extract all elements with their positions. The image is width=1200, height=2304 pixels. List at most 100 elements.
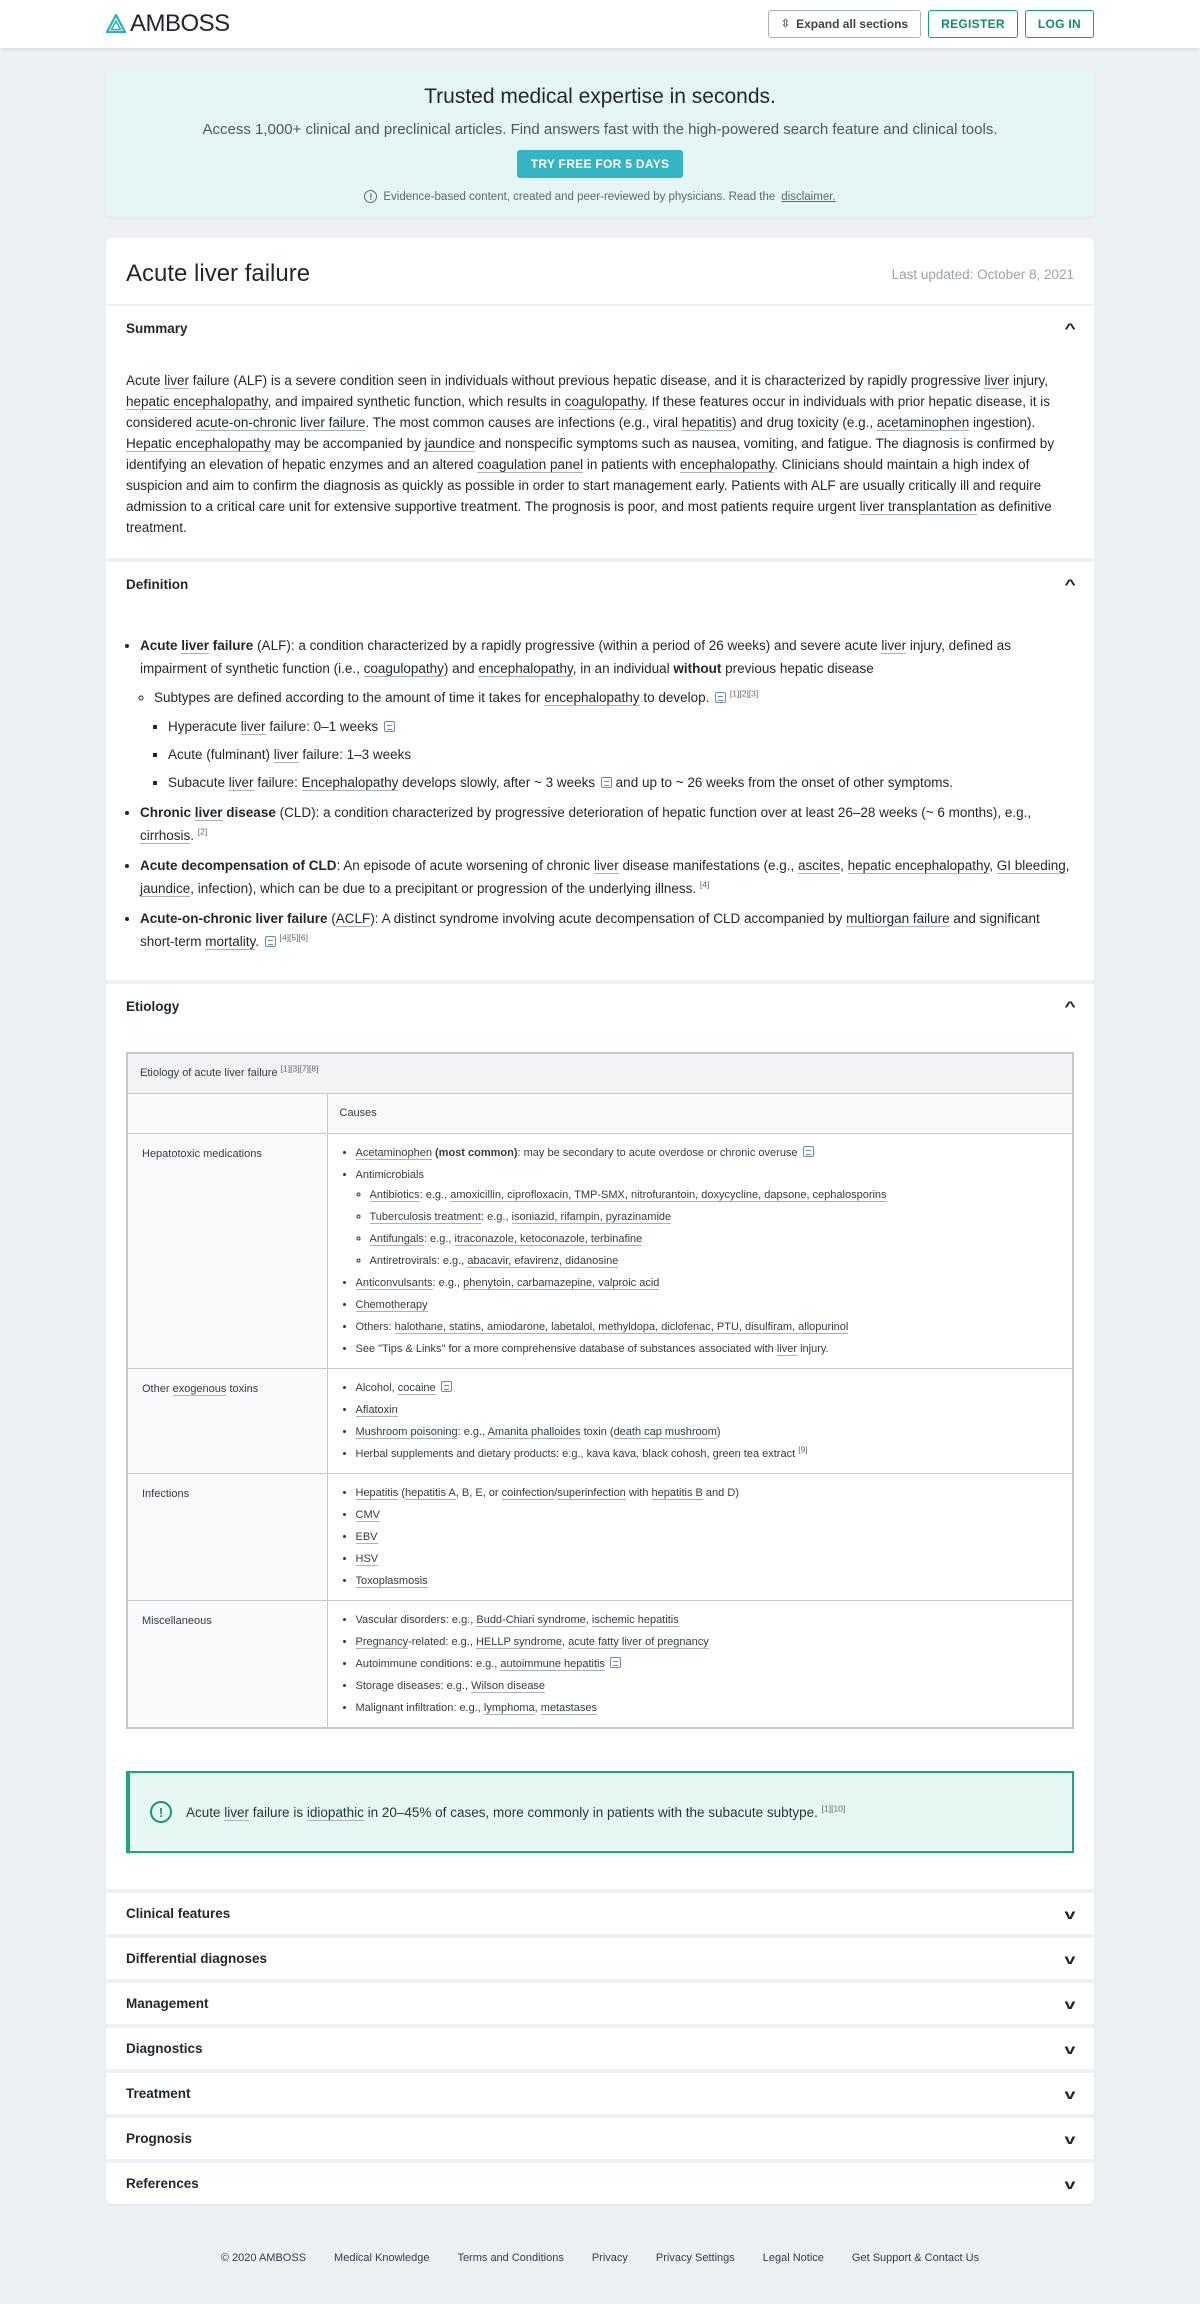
- footer-link[interactable]: Terms and Conditions: [457, 2252, 563, 2264]
- term-link[interactable]: Encephalopathy: [301, 775, 399, 791]
- term-link[interactable]: encephalopathy: [544, 690, 640, 706]
- term-link[interactable]: cirrhosis: [140, 828, 191, 844]
- term-link[interactable]: liver transplantation: [859, 499, 977, 515]
- term-link[interactable]: mortality: [205, 934, 256, 950]
- term-link[interactable]: hepatic encephalopathy: [126, 394, 268, 410]
- footer-link[interactable]: Medical Knowledge: [334, 2252, 429, 2264]
- term-link[interactable]: hepatic encephalopathy: [847, 858, 990, 874]
- term-link[interactable]: Tuberculosis treatment: [369, 1211, 481, 1224]
- term-link[interactable]: liver: [194, 805, 223, 821]
- term-link[interactable]: Hepatitis: [355, 1487, 399, 1500]
- term-link[interactable]: phenytoin, carbamazepine, valproic acid: [463, 1277, 660, 1290]
- footer-link[interactable]: Get Support & Contact Us: [852, 2252, 979, 2264]
- term-link[interactable]: Wilson disease: [471, 1680, 546, 1693]
- term-link[interactable]: halothane, statins, amiodarone, labetalo…: [394, 1321, 849, 1334]
- term-link[interactable]: jaundice: [140, 881, 191, 897]
- term-link[interactable]: death cap mushroom: [613, 1426, 717, 1439]
- term-link[interactable]: Budd-Chiari syndrome: [476, 1614, 586, 1627]
- section-header[interactable]: Differential diagnoses v: [106, 1938, 1094, 1979]
- note-icon[interactable]: [440, 1381, 452, 1392]
- section-header[interactable]: Management v: [106, 1983, 1094, 2024]
- term-link[interactable]: isoniazid, rifampin, pyrazinamide: [511, 1211, 672, 1224]
- section-summary-header[interactable]: Summary ^: [106, 306, 1094, 350]
- note-icon[interactable]: [264, 936, 276, 947]
- term-link[interactable]: liver: [224, 1804, 250, 1821]
- term-link[interactable]: liver: [228, 775, 254, 791]
- term-link[interactable]: acute-on-chronic liver failure: [195, 415, 366, 431]
- term-link[interactable]: liver: [593, 858, 619, 874]
- term-link[interactable]: coagulopathy: [363, 661, 444, 677]
- term-link[interactable]: HSV: [355, 1553, 379, 1566]
- term-link[interactable]: coagulation panel: [477, 457, 584, 473]
- amboss-logo[interactable]: AMBOSS: [106, 10, 230, 38]
- term-link[interactable]: ascites: [798, 858, 841, 874]
- term-link[interactable]: Anticonvulsants: [355, 1277, 433, 1290]
- note-icon[interactable]: [715, 692, 727, 703]
- term-link[interactable]: coinfection: [501, 1487, 555, 1500]
- term-link[interactable]: cocaine: [397, 1382, 436, 1395]
- reference-markers[interactable]: [2]: [198, 827, 207, 837]
- reference-markers[interactable]: [4]: [700, 880, 709, 890]
- term-link[interactable]: liver: [164, 373, 190, 389]
- term-link[interactable]: hepatitis: [681, 415, 733, 431]
- term-link[interactable]: EBV: [355, 1531, 378, 1544]
- footer-link[interactable]: Legal Notice: [763, 2252, 824, 2264]
- section-header[interactable]: Treatment v: [106, 2073, 1094, 2114]
- term-link[interactable]: liver: [881, 638, 907, 654]
- term-link[interactable]: ischemic hepatitis: [591, 1614, 679, 1627]
- footer-link[interactable]: Privacy: [592, 2252, 628, 2264]
- reference-markers[interactable]: [1][2][3]: [730, 689, 758, 699]
- term-link[interactable]: HELLP syndrome: [475, 1636, 562, 1649]
- term-link[interactable]: autoimmune hepatitis: [500, 1658, 605, 1671]
- section-header[interactable]: Clinical features v: [106, 1893, 1094, 1934]
- term-link[interactable]: exogenous: [172, 1383, 227, 1396]
- term-link[interactable]: Pregnancy: [355, 1636, 409, 1649]
- term-link[interactable]: jaundice: [424, 436, 475, 452]
- reference-markers[interactable]: [4][5][6]: [280, 933, 308, 943]
- note-icon[interactable]: [610, 1657, 622, 1668]
- register-button[interactable]: REGISTER: [928, 10, 1018, 38]
- expand-all-sections-button[interactable]: ⇳ Expand all sections: [767, 10, 922, 38]
- term-link[interactable]: hepatitis A: [405, 1487, 456, 1500]
- note-icon[interactable]: [802, 1146, 814, 1157]
- note-icon[interactable]: [383, 721, 395, 732]
- term-link[interactable]: abacavir, efavirenz, didanosine: [467, 1255, 619, 1268]
- term-link[interactable]: idiopathic: [306, 1804, 364, 1821]
- term-link[interactable]: hepatitis B: [651, 1487, 703, 1500]
- term-link[interactable]: Antibiotics: [369, 1189, 420, 1202]
- try-free-button[interactable]: TRY FREE FOR 5 DAYS: [516, 150, 684, 178]
- term-link[interactable]: GI bleeding: [996, 858, 1066, 874]
- term-link[interactable]: coagulopathy: [564, 394, 645, 410]
- term-link[interactable]: Amanita phalloides: [487, 1426, 581, 1439]
- term-link[interactable]: Acetaminophen: [355, 1147, 432, 1160]
- disclaimer-link[interactable]: disclaimer.: [781, 191, 835, 203]
- reference-markers[interactable]: [9]: [798, 1444, 807, 1454]
- term-link[interactable]: liver: [240, 719, 266, 735]
- term-link[interactable]: encephalopathy: [478, 661, 573, 677]
- term-link[interactable]: Toxoplasmosis: [355, 1575, 428, 1588]
- term-link[interactable]: liver: [776, 1343, 798, 1356]
- term-link[interactable]: acute fatty liver of pregnancy: [568, 1636, 709, 1649]
- term-link[interactable]: itraconazole, ketoconazole, terbinafine: [454, 1233, 643, 1246]
- section-header[interactable]: References v: [106, 2163, 1094, 2204]
- reference-markers[interactable]: [1][3][7][8]: [281, 1063, 319, 1073]
- term-link[interactable]: metastases: [540, 1702, 598, 1715]
- section-etiology-header[interactable]: Etiology ^: [106, 984, 1094, 1028]
- term-link[interactable]: Chemotherapy: [355, 1299, 428, 1312]
- term-link[interactable]: ACLF: [335, 911, 371, 927]
- term-link[interactable]: liver: [273, 747, 299, 763]
- section-header[interactable]: Prognosis v: [106, 2118, 1094, 2159]
- note-icon[interactable]: [600, 777, 612, 788]
- term-link[interactable]: multiorgan failure: [846, 911, 950, 927]
- term-link[interactable]: liver: [181, 638, 210, 654]
- term-link[interactable]: Aflatoxin: [355, 1404, 398, 1417]
- term-link[interactable]: superinfection: [557, 1487, 626, 1500]
- footer-link[interactable]: Privacy Settings: [656, 2252, 735, 2264]
- section-header[interactable]: Diagnostics v: [106, 2028, 1094, 2069]
- login-button[interactable]: LOG IN: [1024, 10, 1094, 38]
- reference-markers[interactable]: [1][10]: [822, 1803, 846, 1813]
- term-link[interactable]: Antifungals: [369, 1233, 424, 1246]
- term-link[interactable]: lymphoma: [483, 1702, 535, 1715]
- section-definition-header[interactable]: Definition ^: [106, 562, 1094, 606]
- term-link[interactable]: amoxicillin, ciprofloxacin, TMP-SMX, nit…: [450, 1189, 887, 1202]
